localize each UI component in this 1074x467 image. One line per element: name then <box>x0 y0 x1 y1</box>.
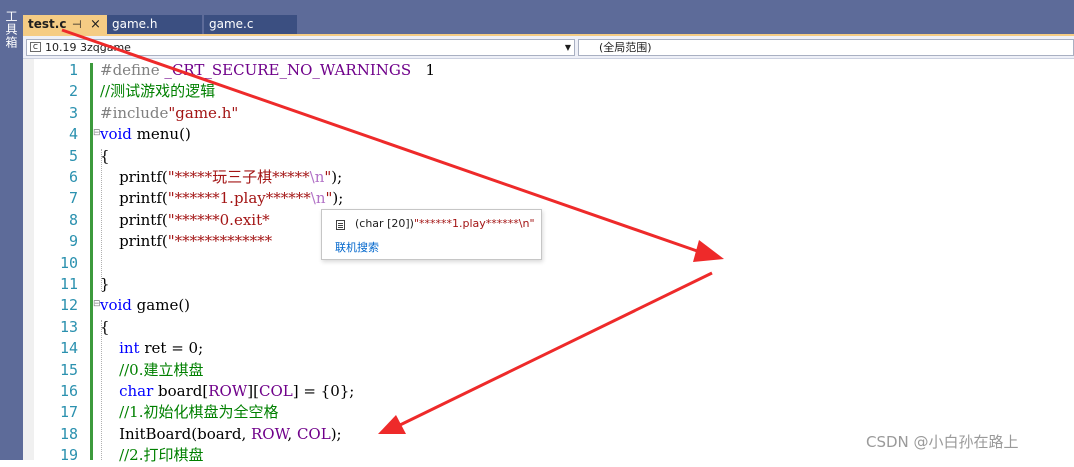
toolbox-strip[interactable]: 工具箱 <box>0 0 23 460</box>
online-search-link[interactable]: 联机搜索 <box>335 239 379 255</box>
line-number: 10 <box>59 253 78 272</box>
title-strip <box>23 0 1074 8</box>
line-number: 11 <box>59 275 78 293</box>
line-number: 5 <box>68 146 78 165</box>
line-number: 1 <box>68 61 78 79</box>
line-number: 14 <box>59 339 78 358</box>
project-dropdown[interactable]: C 10.19 3zqgame ▼ <box>26 39 575 56</box>
line-number: 6 <box>68 168 78 186</box>
code-line[interactable]: int ret = 0; <box>100 338 203 359</box>
line-number: 16 <box>59 382 78 400</box>
scope-name: (全局范围) <box>599 41 652 54</box>
code-line[interactable]: InitBoard(board, ROW, COL); <box>100 424 342 445</box>
tab-game-h[interactable]: game.h <box>107 15 202 34</box>
code-line[interactable]: void menu() <box>100 124 191 145</box>
line-number: 17 <box>59 403 78 422</box>
scope-dropdown[interactable]: (全局范围) <box>578 39 1074 56</box>
tooltip-signature: (char [20])"******1.play******\n" <box>355 217 535 230</box>
tab-label: game.h <box>112 17 158 31</box>
tab-test-c[interactable]: test.c ⊣ × <box>23 15 107 34</box>
code-line[interactable]: void game() <box>100 295 190 316</box>
code-line[interactable]: printf("******1.play******\n"); <box>100 188 343 209</box>
tooltip-type: (char [20]) <box>355 217 414 230</box>
code-line[interactable]: //2.打印棋盘 <box>100 445 203 466</box>
tab-game-c[interactable]: game.c <box>204 15 297 34</box>
close-icon[interactable]: × <box>90 15 101 34</box>
line-number: 7 <box>68 189 78 208</box>
code-line[interactable]: { <box>100 146 110 167</box>
code-line[interactable]: //1.初始化棋盘为全空格 <box>100 402 278 423</box>
line-number: 8 <box>68 210 78 229</box>
code-line[interactable]: #define _CRT_SECURE_NO_WARNINGS 1 <box>100 60 435 81</box>
line-number: 12 <box>59 296 78 315</box>
line-number: 19 <box>59 446 78 465</box>
line-number: 18 <box>59 424 78 443</box>
tab-label: game.c <box>209 17 254 31</box>
code-line[interactable]: { <box>100 317 110 338</box>
line-number: 13 <box>59 317 78 336</box>
code-line[interactable]: //0.建立棋盘 <box>100 360 203 381</box>
code-line[interactable]: char board[ROW][COL] = {0}; <box>100 381 354 402</box>
line-number: 4 <box>68 125 78 144</box>
code-line[interactable]: printf("************* <box>100 231 272 252</box>
quickinfo-tooltip: (char [20])"******1.play******\n" 联机搜索 <box>321 209 542 260</box>
line-number: 15 <box>59 360 78 379</box>
line-number: 3 <box>68 103 78 122</box>
code-line[interactable]: #include"game.h" <box>100 103 238 124</box>
pin-icon[interactable]: ⊣ <box>72 15 82 34</box>
project-icon: C <box>30 42 41 52</box>
code-line[interactable]: } <box>100 274 110 295</box>
code-line[interactable]: printf("******0.exit* <box>100 210 270 231</box>
line-number: 2 <box>68 82 78 101</box>
csdn-watermark: CSDN @小白孙在路上 <box>866 433 1019 451</box>
change-tracking-bar <box>90 63 93 460</box>
line-number: 9 <box>68 232 78 251</box>
chevron-down-icon: ▼ <box>564 43 571 52</box>
indicator-margin <box>23 59 34 460</box>
toolbox-label[interactable]: 工具箱 <box>3 10 20 49</box>
code-line[interactable]: //测试游戏的逻辑 <box>100 81 215 102</box>
project-name: 10.19 3zqgame <box>45 41 131 54</box>
code-line[interactable]: printf("*****玩三子棋*****\n"); <box>100 167 342 188</box>
string-constant-icon <box>336 220 345 230</box>
tooltip-value: "******1.play******\n" <box>413 217 535 230</box>
tab-label: test.c <box>28 17 67 31</box>
